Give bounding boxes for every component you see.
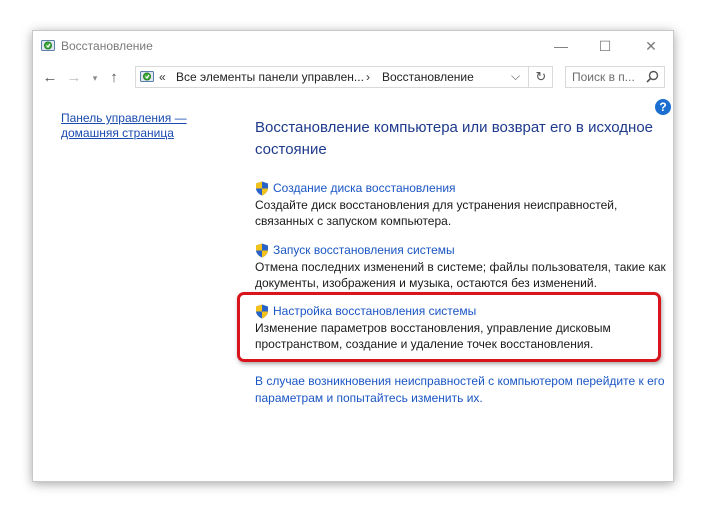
help-button[interactable]: ? — [655, 99, 671, 115]
task-configure-system-restore: Настройка восстановления системы Изменен… — [255, 303, 675, 352]
breadcrumb-separator[interactable]: › — [366, 70, 370, 84]
task-open-system-restore: Запуск восстановления системы Отмена пос… — [255, 242, 675, 291]
uac-shield-icon — [256, 181, 268, 195]
navigation-bar: ← → ▾ ↑ « Все элементы панели управлен..… — [33, 63, 673, 93]
recovery-window: Восстановление — ☐ ✕ ← → ▾ ↑ « Все элеме… — [32, 30, 674, 482]
configure-system-restore-link[interactable]: Настройка восстановления системы — [255, 303, 675, 319]
close-button[interactable]: ✕ — [631, 31, 671, 61]
search-icon[interactable] — [646, 70, 659, 83]
reset-pc-link[interactable]: В случае возникновения неисправностей с … — [255, 373, 675, 407]
minimize-button[interactable]: — — [541, 31, 581, 61]
configure-system-restore-description: Изменение параметров восстановления, упр… — [255, 321, 611, 351]
open-system-restore-label[interactable]: Запуск восстановления системы — [273, 243, 455, 257]
recovery-icon — [41, 40, 55, 51]
address-dropdown-button[interactable]: ⌵ — [511, 69, 520, 84]
recent-locations-button[interactable]: ▾ — [89, 69, 101, 87]
search-input[interactable]: Поиск в п... — [565, 66, 665, 88]
create-recovery-drive-link[interactable]: Создание диска восстановления — [255, 180, 675, 196]
search-placeholder: Поиск в п... — [572, 70, 635, 84]
forward-button[interactable]: → — [65, 68, 83, 86]
address-bar[interactable]: « Все элементы панели управлен... › Восс… — [135, 66, 553, 88]
refresh-button[interactable]: ↻ — [528, 67, 553, 87]
create-recovery-drive-label[interactable]: Создание диска восстановления — [273, 181, 456, 195]
task-create-recovery-drive: Создание диска восстановления Создайте д… — [255, 180, 675, 229]
uac-shield-icon — [256, 304, 268, 318]
breadcrumb-recovery[interactable]: Восстановление — [382, 70, 474, 84]
open-system-restore-link[interactable]: Запуск восстановления системы — [255, 242, 675, 258]
create-recovery-drive-description: Создайте диск восстановления для устране… — [255, 198, 618, 228]
maximize-button[interactable]: ☐ — [585, 31, 625, 61]
uac-shield-icon — [256, 243, 268, 257]
open-system-restore-description: Отмена последних изменений в системе; фа… — [255, 260, 666, 290]
control-panel-home-link[interactable]: Панель управления — домашняя страница — [61, 111, 201, 141]
back-button[interactable]: ← — [41, 68, 59, 86]
title-bar[interactable]: Восстановление — ☐ ✕ — [33, 31, 673, 61]
window-title: Восстановление — [61, 39, 153, 53]
recovery-icon — [140, 71, 154, 82]
address-overflow-chevron[interactable]: « — [159, 70, 166, 84]
configure-system-restore-label[interactable]: Настройка восстановления системы — [273, 304, 476, 318]
breadcrumb-all-control-panel-items[interactable]: Все элементы панели управлен... — [176, 70, 364, 84]
page-title: Восстановление компьютера или возврат ег… — [255, 119, 654, 158]
up-button[interactable]: ↑ — [105, 68, 123, 86]
